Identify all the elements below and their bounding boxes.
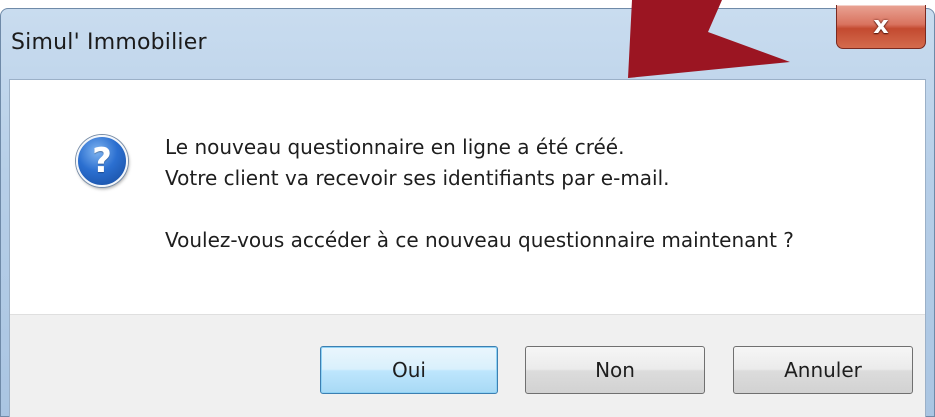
message-line-created: Le nouveau questionnaire en ligne a été … xyxy=(165,135,625,159)
question-icon: ? xyxy=(76,135,128,187)
window-title: Simul' Immobilier xyxy=(11,30,207,55)
no-button[interactable]: Non xyxy=(525,346,705,394)
message-line-question: Voulez-vous accéder à ce nouveau questio… xyxy=(165,228,794,252)
title-bar[interactable]: Simul' Immobilier x xyxy=(1,5,934,79)
message-panel: ? Le nouveau questionnaire en ligne a ét… xyxy=(10,80,925,314)
dialog-client-area: ? Le nouveau questionnaire en ligne a ét… xyxy=(9,79,926,417)
button-bar: Oui Non Annuler xyxy=(10,314,925,417)
question-mark-glyph: ? xyxy=(92,141,112,181)
message-line-email: Votre client va recevoir ses identifiant… xyxy=(165,166,670,190)
cancel-button[interactable]: Annuler xyxy=(733,346,913,394)
screenshot-stage: Simul' Immobilier x ? Le nouveau questio… xyxy=(0,0,935,417)
close-button[interactable]: x xyxy=(836,5,926,49)
message-spacer xyxy=(165,194,794,225)
dialog-window: Simul' Immobilier x ? Le nouveau questio… xyxy=(0,5,935,417)
close-icon: x xyxy=(873,11,889,39)
message-text: Le nouveau questionnaire en ligne a été … xyxy=(165,132,794,256)
yes-button[interactable]: Oui xyxy=(320,346,498,394)
